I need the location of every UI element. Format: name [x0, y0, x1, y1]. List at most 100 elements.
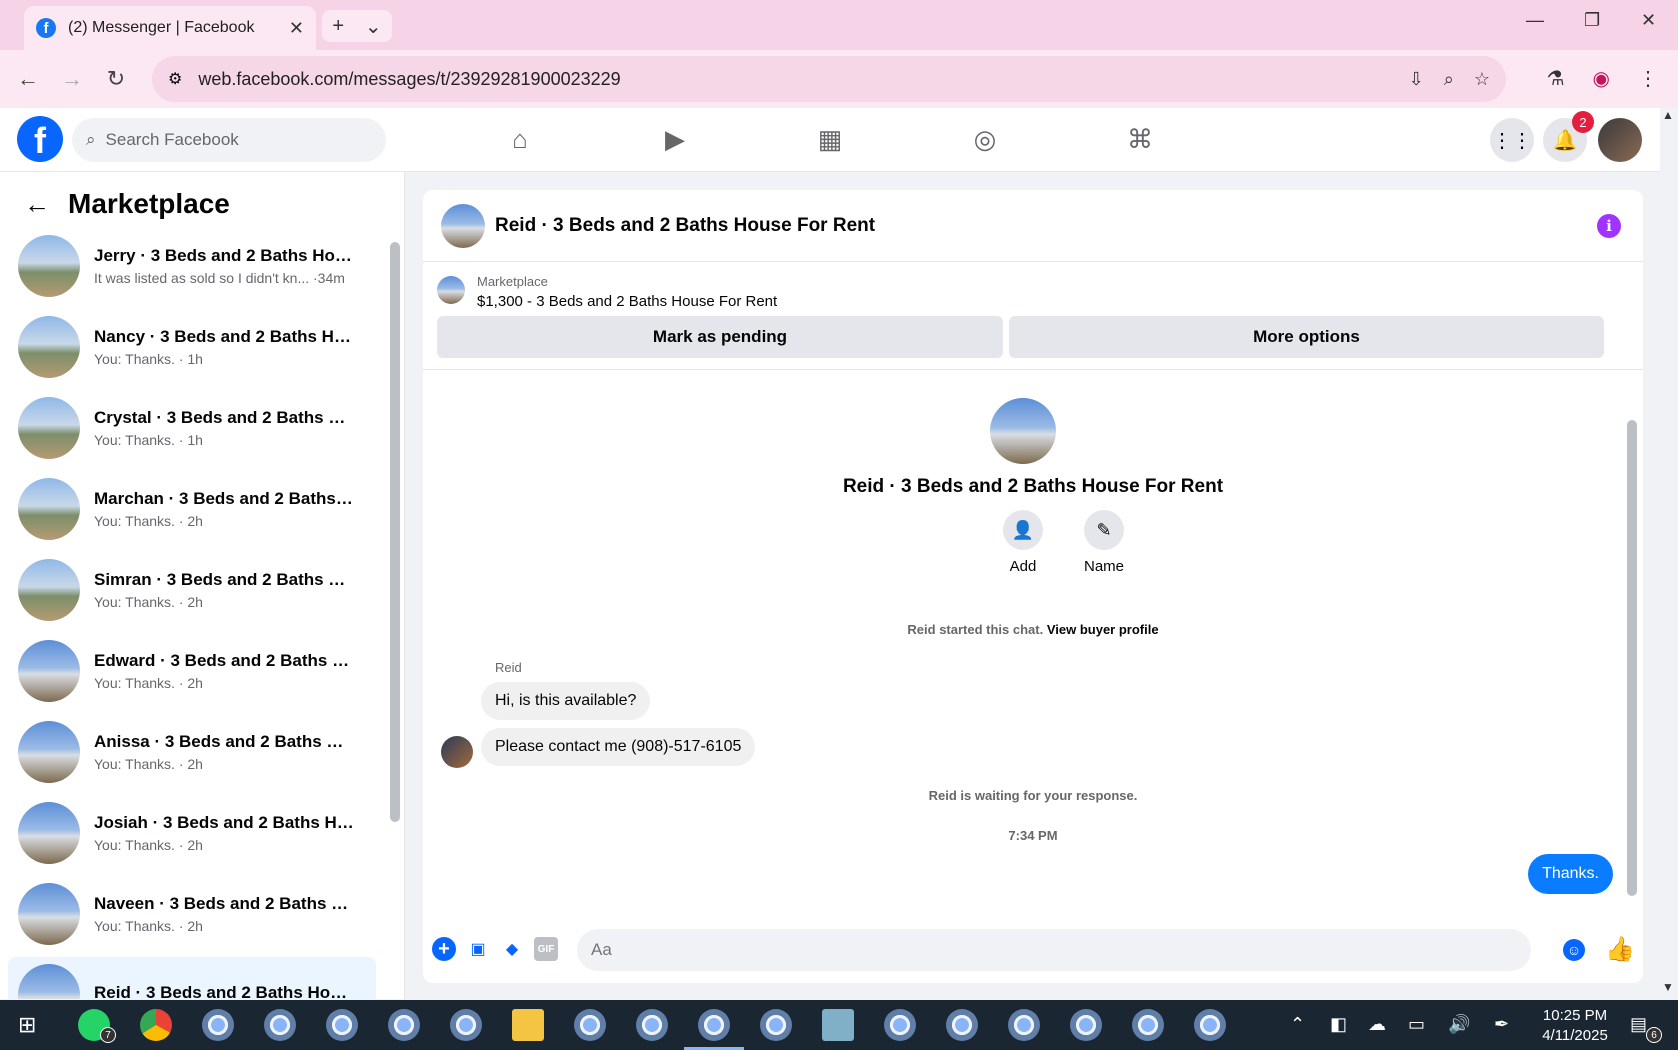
tray-overflow-chevron-icon[interactable]: ⌃ [1290, 1014, 1305, 1035]
restore-icon[interactable]: ❐ [1584, 10, 1600, 31]
conversation-item[interactable]: Edward · 3 Beds and 2 Baths Ho... You: Th… [8, 633, 376, 709]
apps-menu-icon[interactable]: ⋮⋮ [1490, 118, 1534, 162]
forward-icon[interactable]: → [50, 66, 94, 92]
chrome-profile-icon[interactable] [574, 1009, 606, 1041]
conversation-item[interactable]: Marchan · 3 Beds and 2 Baths H... You: Th… [8, 471, 376, 547]
started-text: Reid started this chat. [907, 622, 1044, 637]
chrome-profile-icon[interactable] [1008, 1009, 1040, 1041]
search-placeholder: Search Facebook [105, 130, 239, 149]
view-buyer-profile-link[interactable]: View buyer profile [1047, 622, 1159, 637]
conversation-item[interactable]: Josiah · 3 Beds and 2 Baths Hou... You: T… [8, 795, 376, 871]
page-scroll-up-icon[interactable]: ▲ [1662, 108, 1674, 122]
incoming-message[interactable]: Hi, is this available? [481, 682, 651, 720]
search-facebook-input[interactable]: ⌕ Search Facebook [72, 118, 386, 162]
chat-list-scrollbar[interactable] [390, 242, 400, 822]
chrome-profile-icon[interactable] [1070, 1009, 1102, 1041]
panel-title-text: Marketplace [68, 188, 230, 219]
onedrive-cloud-icon[interactable]: ☁ [1368, 1014, 1386, 1035]
install-app-icon[interactable]: ⇩ [1409, 69, 1424, 90]
chrome-profile-icon[interactable] [884, 1009, 916, 1041]
account-avatar[interactable] [1598, 118, 1642, 162]
site-settings-icon[interactable]: ⚙ [168, 69, 182, 89]
chrome-profile-icon[interactable] [1194, 1009, 1226, 1041]
tab-close-icon[interactable]: ✕ [289, 18, 304, 39]
conversation-name: Marchan · 3 Beds and 2 Baths H... [94, 489, 354, 508]
clock[interactable]: 10:25 PM 4/11/2025 [1520, 1006, 1630, 1046]
chat-started-notice: Reid started this chat. View buyer profi… [423, 622, 1643, 637]
browser-tab[interactable]: f (2) Messenger | Facebook ✕ [24, 6, 316, 50]
emoji-icon[interactable]: ☺ [1563, 939, 1585, 961]
chrome-profile-icon[interactable] [202, 1009, 234, 1041]
window-close-icon[interactable]: ✕ [1641, 10, 1656, 31]
file-explorer-icon[interactable] [512, 1009, 544, 1041]
chrome-profile-icon[interactable] [760, 1009, 792, 1041]
chat-avatar[interactable] [441, 203, 485, 248]
message-input[interactable] [577, 929, 1531, 971]
labs-flask-icon[interactable]: ⚗ [1547, 66, 1565, 91]
reload-icon[interactable]: ↻ [94, 66, 138, 92]
chrome-profile-icon[interactable] [388, 1009, 420, 1041]
windows-start-icon[interactable]: ⊞ [18, 1012, 36, 1038]
conversation-preview: You: Thanks. · 1h [94, 351, 203, 367]
notification-center-icon[interactable]: ▤ [1630, 1014, 1647, 1035]
tab-list-chevron-icon[interactable]: ⌄ [365, 14, 382, 39]
meet-now-icon[interactable]: ◧ [1330, 1014, 1347, 1035]
chrome-profile-icon[interactable] [326, 1009, 358, 1041]
conversation-name: Simran · 3 Beds and 2 Baths Ho... [94, 570, 354, 589]
chrome-profile-icon[interactable] [264, 1009, 296, 1041]
conversation-item-active[interactable]: Reid · 3 Beds and 2 Baths House... [8, 957, 376, 999]
url-text[interactable]: web.facebook.com/messages/t/239292819000… [198, 69, 1388, 90]
add-button[interactable]: 👤 Add [983, 510, 1063, 575]
name-button[interactable]: ✎ Name [1064, 510, 1144, 575]
conversation-name: Naveen · 3 Beds and 2 Baths Ho... [94, 894, 354, 913]
listing-thumbnail[interactable] [437, 276, 465, 304]
chrome-profile-icon[interactable] [450, 1009, 482, 1041]
conversation-item[interactable]: Nancy · 3 Beds and 2 Baths Hou... You: Th… [8, 309, 376, 385]
conversation-item[interactable]: Anissa · 3 Beds and 2 Baths Hou... You: T… [8, 714, 376, 790]
notes-app-icon[interactable] [822, 1009, 854, 1041]
profile-icon[interactable]: ◉ [1593, 66, 1610, 91]
chat-title[interactable]: Reid · 3 Beds and 2 Baths House For Rent [495, 215, 875, 237]
omnibox[interactable]: ⚙ web.facebook.com/messages/t/2392928190… [152, 56, 1506, 102]
chrome-profile-icon[interactable] [1132, 1009, 1164, 1041]
listing-avatar [18, 235, 80, 297]
new-tab-icon[interactable]: + [332, 15, 344, 38]
more-actions-plus-icon[interactable]: + [432, 937, 456, 961]
attach-photo-icon[interactable]: ▣ [466, 937, 490, 961]
bookmark-star-icon[interactable]: ☆ [1474, 69, 1490, 90]
sticker-icon[interactable]: ◆ [500, 937, 524, 961]
gif-icon[interactable]: GIF [534, 937, 558, 961]
conversation-item[interactable]: Jerry · 3 Beds and 2 Baths Hous... It was… [8, 228, 376, 304]
facebook-logo-icon[interactable]: f [17, 116, 63, 162]
incoming-message[interactable]: Please contact me (908)-517-6105 [481, 728, 756, 766]
zoom-icon[interactable]: ⌕ [1444, 69, 1454, 90]
minimize-icon[interactable]: — [1526, 10, 1544, 31]
chrome-profile-icon-active[interactable] [698, 1009, 730, 1041]
back-icon[interactable]: ← [6, 66, 50, 92]
video-icon[interactable]: ▶ [655, 124, 695, 155]
chrome-profile-icon[interactable] [946, 1009, 978, 1041]
pen-icon[interactable]: ✒ [1494, 1014, 1509, 1035]
marketplace-icon[interactable]: ▦ [810, 124, 850, 155]
thread-scrollbar[interactable] [1627, 420, 1637, 896]
conversation-item[interactable]: Simran · 3 Beds and 2 Baths Ho... You: Th… [8, 552, 376, 628]
mark-as-pending-button[interactable]: Mark as pending [437, 316, 1003, 358]
more-options-button[interactable]: More options [1009, 316, 1604, 358]
home-icon[interactable]: ⌂ [500, 124, 540, 155]
gaming-icon[interactable]: ⌘ [1120, 124, 1160, 155]
back-arrow-icon[interactable]: ← [24, 189, 50, 220]
page-scroll-down-icon[interactable]: ▼ [1662, 980, 1674, 994]
outgoing-message[interactable]: Thanks. [1528, 854, 1613, 894]
conversation-item[interactable]: Crystal · 3 Beds and 2 Baths Ho... You: T… [8, 390, 376, 466]
menu-kebab-icon[interactable]: ⋮ [1638, 66, 1658, 91]
groups-icon[interactable]: ◎ [965, 124, 1005, 155]
conversation-item[interactable]: Naveen · 3 Beds and 2 Baths Ho... You: Th… [8, 876, 376, 952]
info-icon[interactable]: i [1597, 214, 1621, 238]
chrome-icon[interactable] [140, 1009, 172, 1041]
network-icon[interactable]: ▭ [1408, 1014, 1425, 1035]
volume-icon[interactable]: 🔊 [1448, 1014, 1470, 1035]
sender-avatar[interactable] [441, 736, 473, 768]
thumbs-up-icon[interactable]: 👍 [1605, 935, 1635, 964]
chrome-profile-icon[interactable] [636, 1009, 668, 1041]
listing-title[interactable]: $1,300 - 3 Beds and 2 Baths House For Re… [477, 293, 777, 310]
